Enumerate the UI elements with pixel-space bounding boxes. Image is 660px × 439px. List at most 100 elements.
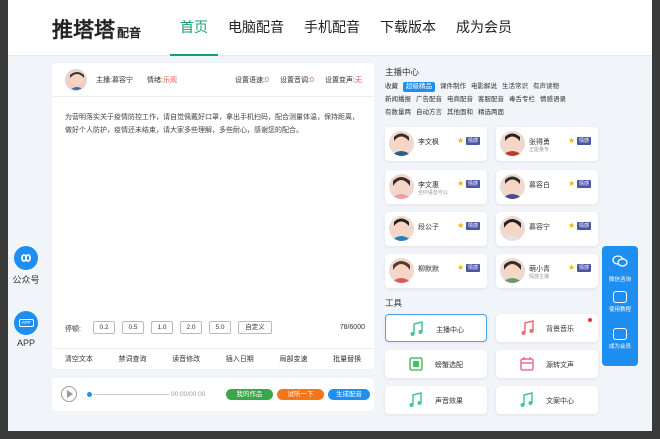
try-listen-button[interactable]: 试听一下 [277,389,324,400]
pause-option-2.0[interactable]: 2.0 [180,321,202,334]
tag-other[interactable]: 其他面和 [447,108,473,118]
anchor-card[interactable]: 段公子 ★ 情感 [385,212,487,246]
play-time: 00:00/00:00 [171,391,206,398]
anchor-badge: 情感 [577,180,592,188]
star-icon[interactable]: ★ [457,179,464,189]
anchor-avatar [389,174,414,199]
nav-membership[interactable]: 成为会员 [446,0,522,56]
pitch-value: 0 [309,77,314,84]
tutorial-label: 使用教程 [608,307,631,313]
current-anchor-avatar[interactable] [65,69,87,91]
tag-life-tips[interactable]: 生活常识 [502,82,528,92]
anchor-card[interactable]: 李文惠 全IP语音可以 ★ 情感 [385,170,487,204]
chat-icon [613,291,627,303]
tag-movie-commentary[interactable]: 电影解说 [471,82,497,92]
partial-speed-button[interactable]: 局部变速 [279,354,307,364]
star-icon[interactable]: ★ [457,136,464,146]
tag-courseware[interactable]: 课件制作 [440,82,466,92]
star-icon[interactable]: ★ [457,221,464,231]
music-note-icon [410,321,423,336]
clear-text-button[interactable]: 清空文本 [65,354,93,364]
tag-favorites[interactable]: 收藏 [385,82,398,92]
tool-sound-effects[interactable]: 声音效果 [385,386,487,414]
nav-mobile-dubbing[interactable]: 手机配音 [294,0,370,56]
pause-option-custom[interactable]: 自定义 [238,321,272,334]
anchor-badge: 情感 [577,264,592,272]
voice-change-label: 设置变声: [325,77,355,84]
tool-background-music[interactable]: 背景音乐 [496,314,598,342]
banned-word-check-button[interactable]: 禁词查询 [118,354,146,364]
app-icon: APP [14,311,38,335]
pause-option-0.5[interactable]: 0.5 [122,321,144,334]
anchor-card[interactable]: 柳默默 ★ 情感 [385,254,487,288]
anchor-card[interactable]: 慕容白 ★ 情感 [496,170,598,204]
my-works-button[interactable]: 我的作品 [226,389,273,400]
star-icon[interactable]: ★ [568,136,575,146]
progress-track[interactable] [94,394,169,395]
anchor-avatar [389,216,414,241]
become-member-button[interactable]: 成为会员 [602,328,638,350]
tool-copy-center[interactable]: 文案中心 [496,386,598,414]
tag-emotional-quotes[interactable]: 情感语录 [540,95,566,105]
logo[interactable]: 推塔塔 配音 [52,14,141,44]
tool-label: 源转文声 [546,362,574,369]
wechat-consult-button[interactable]: 微信咨询 [602,254,638,283]
tool-text-to-voice[interactable]: 源转文声 [496,350,598,378]
play-icon[interactable] [61,386,77,402]
star-icon[interactable]: ★ [568,221,575,231]
app-float[interactable]: APP APP [14,311,38,348]
tag-ecommerce[interactable]: 电商配音 [447,95,473,105]
tag-news[interactable]: 新闻播报 [385,95,411,105]
pause-option-5.0[interactable]: 5.0 [209,321,231,334]
pitch-setting[interactable]: 设置音调:0 [280,75,314,85]
anchor-name: 慕容宁 [529,224,550,231]
pause-option-0.2[interactable]: 0.2 [93,321,115,334]
app-label: APP [16,338,35,348]
generate-dubbing-button[interactable]: 生成配音 [328,389,370,400]
tag-row3-1[interactable]: 有数量两 [385,108,411,118]
tag-selected[interactable]: 精选两面 [478,108,504,118]
nav-download[interactable]: 下载版本 [370,0,446,56]
anchor-card[interactable]: 张得勇 正能量专 ★ 情感 [496,127,598,161]
emotion-setting[interactable]: 情绪:乐观 [147,75,177,85]
nav-home[interactable]: 首页 [170,0,218,56]
tag-audiobook[interactable]: 有声读物 [533,82,559,92]
anchor-card[interactable]: 李文枫 ★ 情感 [385,127,487,161]
tool-label: 背景音乐 [546,326,574,333]
editor-toolbar: 清空文本 禁词查询 读音修改 插入日期 局部变速 批量替换 [52,348,374,369]
batch-replace-button[interactable]: 批量替换 [333,354,361,364]
pause-option-1.0[interactable]: 1.0 [151,321,173,334]
anchor-card[interactable]: 慕容宁 ★ 情感 [496,212,598,246]
insert-date-button[interactable]: 插入日期 [226,354,254,364]
tag-sharp-column[interactable]: 毒舌专栏 [509,95,535,105]
category-tags: 收藏 超级精品 课件制作 电影解说 生活常识 有声读物 新闻播报 广告配音 电商… [385,82,615,121]
anchor-subtitle: 正能量专 [529,147,550,153]
pause-bar: 停顿: 0.2 0.5 1.0 2.0 5.0 自定义 78/6000 [65,321,365,335]
tag-ads[interactable]: 广告配音 [416,95,442,105]
pitch-label: 设置音调: [280,77,310,84]
right-float-panel: 微信咨询 使用教程 成为会员 [602,246,638,366]
pronunciation-edit-button[interactable]: 读音修改 [172,354,200,364]
star-icon[interactable]: ★ [457,263,464,273]
speed-label: 设置语速: [235,77,265,84]
tool-crab-select[interactable]: 螃蟹选配 [385,350,487,378]
tag-customer-service[interactable]: 客服配音 [478,95,504,105]
tag-super-premium[interactable]: 超级精品 [403,82,435,92]
anchor-card[interactable]: 萌小青 情感主播 ★ 情感 [496,254,598,288]
wechat-official-float[interactable]: 公众号 [12,246,40,286]
document-icon [409,357,423,371]
tutorial-button[interactable]: 使用教程 [602,291,638,313]
notification-dot [588,318,592,322]
voice-change-value: 无 [354,77,362,84]
star-icon[interactable]: ★ [568,179,575,189]
voice-change-setting[interactable]: 设置变声:无 [325,75,362,85]
progress-handle[interactable] [87,392,92,397]
tag-dialect[interactable]: 自动方言 [416,108,442,118]
speed-setting[interactable]: 设置语速:0 [235,75,269,85]
dubbing-text-area[interactable]: 为营明落实关于疫情防控工作，请自觉佩戴好口罩，拿出手机扫码，配合测量体温，保持距… [65,111,365,137]
wechat-icon [612,255,628,267]
tool-anchor-center[interactable]: 主播中心 [385,314,487,342]
nav-pc-dubbing[interactable]: 电脑配音 [218,0,294,56]
star-icon[interactable]: ★ [568,263,575,273]
music-note-icon [520,392,533,407]
